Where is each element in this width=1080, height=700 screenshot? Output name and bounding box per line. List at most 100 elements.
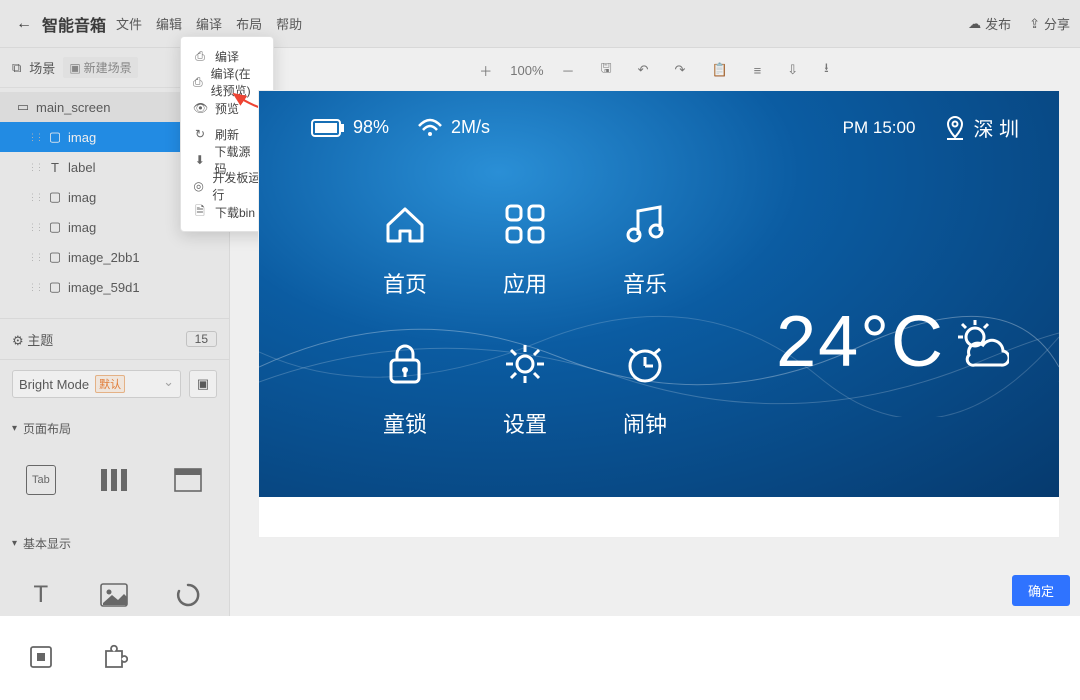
menu-item-label: 下载bin [215,204,255,221]
redo-button[interactable]: ↷ [671,60,690,80]
grid-label: 闹钟 [623,407,667,439]
clipboard-button[interactable]: 📋 [707,60,731,80]
new-scene-label: 新建场景 [84,59,132,76]
scene-name: main_screen [36,100,110,115]
plus-small-icon: ▣ [69,61,80,75]
section-basic-display[interactable]: 基本显示 [0,523,229,560]
drag-handle-icon[interactable]: ⋮⋮ [28,222,42,233]
grid-label: 音乐 [623,267,667,299]
grid-home[interactable]: 首页 [345,199,465,339]
save-button[interactable]: 🖫 [597,57,616,83]
eye-icon: 👁 [193,101,207,115]
undo-button[interactable]: ↶ [634,60,653,80]
image-icon: ▢ [48,220,62,234]
preview-panel: 98% 2M/s PM 15:00 深 圳 首页 [258,90,1060,538]
menu-compile[interactable]: 编译 [196,14,222,33]
cloud-upload-icon: ☁ [968,16,981,32]
app-title: 智能音箱 [42,12,106,36]
widget-stop[interactable] [4,626,78,688]
scene-label: 场景 [29,58,55,77]
widget-image[interactable] [78,564,152,626]
chip-icon: ◎ [193,179,204,193]
tree-item-label: imag [68,130,96,145]
image-icon: ▢ [48,280,62,294]
tree-item-label: image_2bb1 [68,250,140,265]
image-icon: ▢ [48,250,62,264]
share-label: 分享 [1044,14,1070,33]
section-basic-display-label: 基本显示 [23,535,71,552]
theme-icon: ⚙ [12,333,24,348]
image-icon: ▢ [48,190,62,204]
save-icon: ▣ [197,376,209,392]
tree-item[interactable]: ⋮⋮ ▢ image_59d1 [0,272,229,302]
share-icon: ⇪ [1029,16,1040,32]
theme-header: ⚙ 主题 15 [0,318,229,360]
import-button[interactable]: ⇩ [783,60,802,80]
tree-item-label: imag [68,220,96,235]
new-scene-button[interactable]: ▣ 新建场景 [63,57,137,78]
wifi-value: 2M/s [451,117,490,138]
menu-edit[interactable]: 编辑 [156,14,182,33]
menu-help[interactable]: 帮助 [276,14,302,33]
wifi-status: 2M/s [417,117,490,138]
theme-mode-label: Bright Mode [19,377,89,392]
grid-settings[interactable]: 设置 [465,339,585,479]
zoom-out-button[interactable]: － [558,59,579,82]
tree-item-label: label [68,160,95,175]
grid-apps[interactable]: 应用 [465,199,585,339]
drag-handle-icon[interactable]: ⋮⋮ [28,132,42,143]
theme-add-button[interactable]: ▣ [189,370,217,398]
grid-alarm[interactable]: 闹钟 [585,339,705,479]
drag-handle-icon[interactable]: ⋮⋮ [28,282,42,293]
widget-puzzle[interactable] [78,626,152,688]
lock-icon [380,339,430,389]
temperature-value: 24°C [776,301,945,383]
menu-layout[interactable]: 布局 [236,14,262,33]
canvas-toolbar: ＋ 100% － 🖫 ↶ ↷ 📋 ≡ ⇩ ⭳ [240,56,1068,84]
zoom-in-button[interactable]: ＋ [475,59,496,82]
apps-icon [500,199,550,249]
download-button[interactable]: ⭳ [820,57,833,83]
widget-tab[interactable]: Tab [4,449,78,511]
tree-item-label: imag [68,190,96,205]
battery-value: 98% [353,117,389,138]
battery-icon [311,119,345,137]
drag-handle-icon[interactable]: ⋮⋮ [28,162,42,173]
widget-text[interactable]: T [4,564,78,626]
file-icon: 🗎 [193,202,207,223]
menu-file[interactable]: 文件 [116,14,142,33]
time-value: PM 15:00 [843,118,916,138]
tree-item-label: image_59d1 [68,280,140,295]
menubar: ← 智能音箱 文件 编辑 编译 布局 帮助 ☁ 发布 ⇪ 分享 [0,0,1080,48]
widget-spinner[interactable] [151,564,225,626]
widget-card[interactable] [151,449,225,511]
alarm-icon [620,339,670,389]
list-button[interactable]: ≡ [750,61,766,80]
weather-icon [955,317,1009,367]
grid-childlock[interactable]: 童锁 [345,339,465,479]
theme-select[interactable]: Bright Mode 默认 [12,370,181,398]
section-page-layout[interactable]: 页面布局 [0,408,229,445]
confirm-label: 确定 [1028,584,1054,599]
widget-grid-basic: T [0,560,229,700]
drag-handle-icon[interactable]: ⋮⋮ [28,192,42,203]
tree-item[interactable]: ⋮⋮ ▢ image_2bb1 [0,242,229,272]
menu-item-label: 编译 [215,48,239,65]
home-icon [380,199,430,249]
menu-item-label: 预览 [215,100,239,117]
confirm-button[interactable]: 确定 [1012,575,1070,606]
widget-columns[interactable] [78,449,152,511]
text-icon: T [48,160,62,174]
copy-icon: ⧉ [12,60,21,76]
city-status: 深 圳 [943,113,1019,142]
section-page-layout-label: 页面布局 [23,420,71,437]
back-button[interactable]: ← [10,15,38,33]
share-button[interactable]: ⇪ 分享 [1029,14,1070,33]
grid-music[interactable]: 音乐 [585,199,705,339]
widget-empty [151,626,225,688]
image-icon: ▢ [48,130,62,144]
app-grid: 首页 应用 音乐 童锁 设置 闹钟 [345,199,705,479]
drag-handle-icon[interactable]: ⋮⋮ [28,252,42,263]
publish-button[interactable]: ☁ 发布 [968,14,1011,33]
grid-label: 设置 [503,407,547,439]
